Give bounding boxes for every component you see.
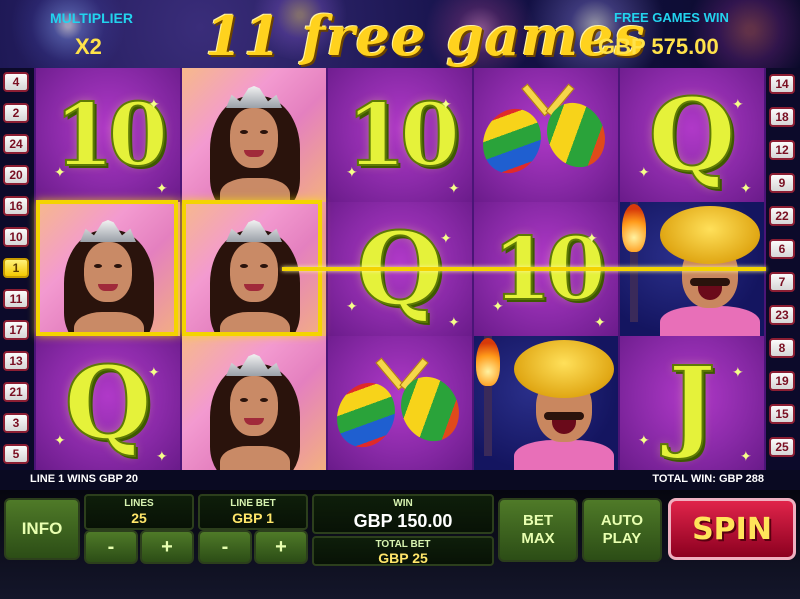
lines-panel: LINES 25	[84, 494, 194, 530]
payline-badge[interactable]: 2	[3, 103, 29, 123]
payline-badge[interactable]: 23	[769, 305, 795, 325]
payline-badge[interactable]: 13	[3, 351, 29, 371]
sparkle-icon: ✦	[638, 164, 650, 180]
payline-badge[interactable]: 21	[3, 382, 29, 402]
line-bet-increase-button[interactable]: +	[254, 530, 308, 564]
control-bar: INFO LINES 25 - + LINE BET GBP 1 - + WIN…	[0, 490, 800, 599]
line-bet-value: GBP 1	[232, 510, 274, 526]
bet-max-label-line2: MAX	[521, 530, 555, 547]
sparkle-icon: ✦	[732, 96, 744, 112]
symbol-queen-text: Q	[63, 343, 152, 463]
free-games-win-value: GBP 575.00	[598, 34, 719, 59]
winning-payline	[282, 267, 766, 271]
symbol-woman	[182, 68, 326, 202]
free-games-win-label: FREE GAMES WIN	[614, 10, 729, 25]
sparkle-icon: ✦	[740, 180, 752, 196]
sparkle-icon: ✦	[346, 298, 358, 314]
sparkle-icon: ✦	[156, 448, 168, 464]
auto-play-label-line1: AUTO	[600, 512, 644, 529]
payline-badge[interactable]: 14	[769, 74, 795, 94]
symbol-queen: Q ✦ ✦ ✦	[620, 68, 764, 202]
payline-badge[interactable]: 17	[3, 320, 29, 340]
sparkle-icon: ✦	[346, 164, 358, 180]
info-button[interactable]: INFO	[4, 498, 80, 560]
payline-badge-active[interactable]: 1	[3, 258, 29, 278]
total-bet-panel: TOTAL BET GBP 25	[312, 536, 494, 566]
payline-badge[interactable]: 24	[3, 134, 29, 154]
payline-badge[interactable]: 15	[769, 404, 795, 424]
symbol-mariachi-man	[474, 336, 618, 470]
spin-button[interactable]: SPIN	[668, 498, 796, 560]
line-bet-label: LINE BET	[230, 498, 276, 509]
sparkle-icon: ✦	[54, 164, 66, 180]
auto-play-label-line2: PLAY	[602, 530, 642, 547]
free-games-title: 11 free games	[205, 4, 646, 68]
sparkle-icon: ✦	[54, 432, 66, 448]
status-bar: LINE 1 WINS GBP 20 TOTAL WIN: GBP 288	[0, 470, 800, 490]
sparkle-icon: ✦	[492, 298, 504, 314]
win-panel: WIN GBP 150.00	[312, 494, 494, 534]
win-value: GBP 150.00	[353, 511, 453, 531]
sparkle-icon: ✦	[440, 230, 452, 246]
sparkle-icon: ✦	[156, 180, 168, 196]
payline-badge[interactable]: 12	[769, 140, 795, 160]
line-win-text: LINE 1 WINS GBP 20	[30, 473, 138, 485]
lines-label: LINES	[124, 498, 154, 509]
payline-badge[interactable]: 8	[769, 338, 795, 358]
sparkle-icon: ✦	[448, 180, 460, 196]
auto-play-button[interactable]: AUTO PLAY	[582, 498, 662, 562]
symbol-queen-text: Q	[647, 75, 736, 195]
sparkle-icon: ✦	[448, 314, 460, 330]
lines-decrease-button[interactable]: -	[84, 530, 138, 564]
multiplier-value: X2	[75, 34, 102, 59]
sparkle-icon: ✦	[148, 364, 160, 380]
sparkle-icon: ✦	[638, 432, 650, 448]
lines-increase-button[interactable]: +	[140, 530, 194, 564]
total-win-text: TOTAL WIN: GBP 288	[652, 473, 764, 485]
payline-badge[interactable]: 3	[3, 413, 29, 433]
payline-badge[interactable]: 16	[3, 196, 29, 216]
payline-badge[interactable]: 20	[3, 165, 29, 185]
symbol-ten: 10 ✦ ✦ ✦	[328, 68, 472, 202]
game-header: MULTIPLIER X2 11 free games FREE GAMES W…	[0, 0, 800, 68]
payline-badge[interactable]: 4	[3, 72, 29, 92]
symbol-jack: J ✦ ✦ ✦	[620, 336, 764, 470]
line-bet-decrease-button[interactable]: -	[198, 530, 252, 564]
line-bet-panel: LINE BET GBP 1	[198, 494, 308, 530]
bet-max-label-line1: BET	[523, 512, 553, 529]
payline-badge[interactable]: 5	[3, 444, 29, 464]
payline-badge[interactable]: 11	[3, 289, 29, 309]
lines-value: 25	[131, 510, 147, 526]
payline-indicators-left: 4 2 24 20 16 10 1 11 17 13 21 3 5	[0, 68, 34, 470]
total-bet-value: GBP 25	[378, 550, 428, 566]
sparkle-icon: ✦	[440, 96, 452, 112]
symbol-queen: Q ✦ ✦ ✦	[36, 336, 180, 470]
payline-badge[interactable]: 18	[769, 107, 795, 127]
payline-badge[interactable]: 6	[769, 239, 795, 259]
total-bet-label: TOTAL BET	[375, 539, 431, 550]
symbol-ten: 10 ✦ ✦ ✦	[36, 68, 180, 202]
sparkle-icon: ✦	[740, 448, 752, 464]
payline-badge[interactable]: 10	[3, 227, 29, 247]
symbol-maracas	[474, 68, 618, 202]
payline-badge[interactable]: 7	[769, 272, 795, 292]
payline-badge[interactable]: 25	[769, 437, 795, 457]
sparkle-icon: ✦	[148, 96, 160, 112]
winning-symbol-frame	[36, 200, 178, 336]
symbol-ten-text: 10	[53, 84, 169, 187]
payline-badge[interactable]: 22	[769, 206, 795, 226]
payline-badge[interactable]: 9	[769, 173, 795, 193]
sparkle-icon: ✦	[732, 364, 744, 380]
symbol-ten-text: 10	[345, 84, 461, 187]
sparkle-icon: ✦	[594, 314, 606, 330]
win-label: WIN	[393, 498, 413, 509]
symbol-jack-text: J	[667, 343, 716, 463]
bet-max-button[interactable]: BET MAX	[498, 498, 578, 562]
payline-badge[interactable]: 19	[769, 371, 795, 391]
symbol-woman	[182, 336, 326, 470]
multiplier-label: MULTIPLIER	[50, 10, 133, 26]
symbol-maracas	[328, 336, 472, 470]
payline-indicators-right: 14 18 12 9 22 6 7 23 8 19 15 25	[766, 68, 800, 470]
sparkle-icon: ✦	[586, 230, 598, 246]
